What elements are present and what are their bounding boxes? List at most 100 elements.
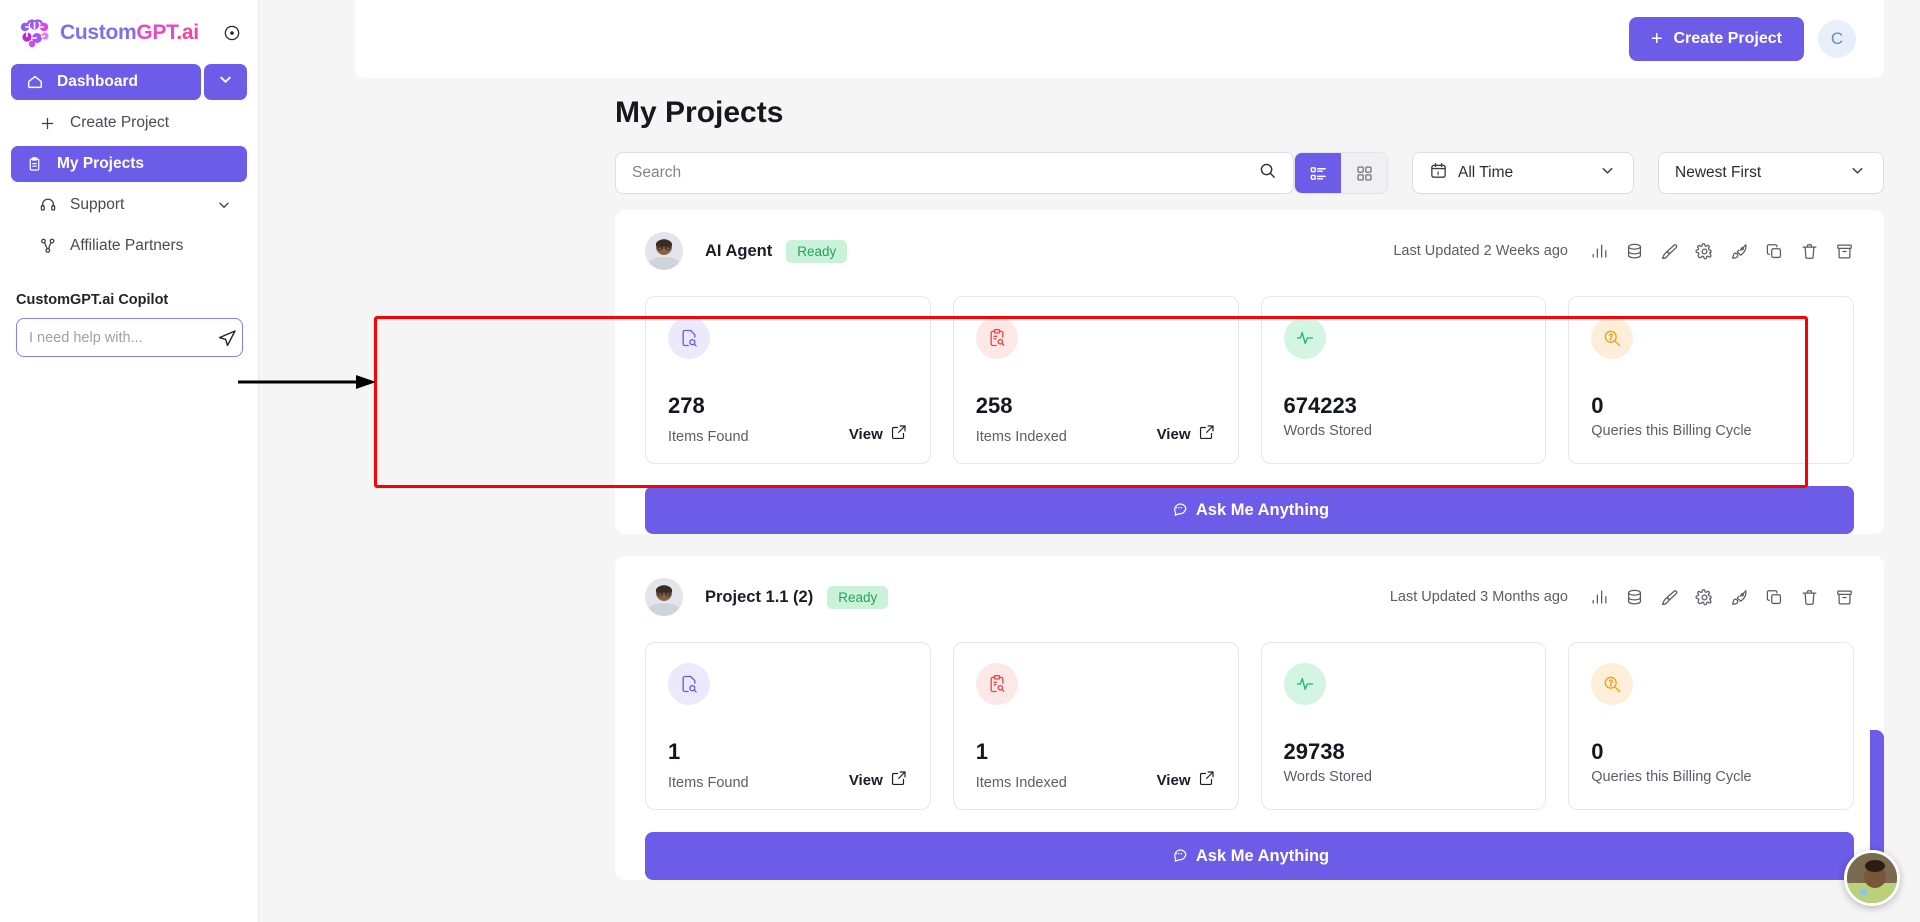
clipboard-search-icon [975,317,1018,359]
stat-view-link[interactable]: View [849,769,908,791]
sidebar-dashboard-chevron-button[interactable] [204,64,247,100]
copy-icon[interactable] [1765,242,1784,261]
stat-card: 674223 Words Stored [1260,296,1547,464]
brand-part-1: Custom [60,21,137,44]
trash-icon[interactable] [1800,588,1819,607]
ask-me-anything-label: Ask Me Anything [1195,500,1330,519]
gear-icon[interactable] [1695,588,1714,607]
list-view-icon[interactable] [1295,153,1341,193]
collapse-circle-icon[interactable] [222,23,242,43]
paintbrush-icon[interactable] [1660,242,1679,261]
avatar [645,232,683,270]
app-root: CustomGPT.ai Dashboard Create Project My… [0,0,1920,922]
analytics-bar-chart-icon[interactable] [1590,588,1609,607]
sidebar-item-my-projects-label: My Projects [57,155,145,172]
database-icon[interactable] [1625,242,1644,261]
search-icon[interactable] [1258,161,1277,185]
external-link-icon [1198,423,1216,445]
chat-bubble-icon [1170,845,1188,868]
ask-me-anything-button[interactable]: Ask Me Anything [645,486,1854,534]
stat-label: Queries this Billing Cycle [1591,769,1752,785]
sidebar-item-create-project[interactable]: Create Project [11,105,247,141]
project-name[interactable]: AI Agent [705,242,772,261]
chat-support-avatar-button[interactable] [1844,850,1900,906]
project-header: Project 1.1 (2) Ready Last Updated 3 Mon… [615,556,1884,626]
external-link-icon [890,769,908,791]
sort-order-dropdown-label: Newest First [1675,164,1762,181]
home-icon [25,73,44,92]
sidebar-item-create-project-label: Create Project [70,114,170,131]
stat-label: Items Indexed [975,775,1067,791]
sidebar-item-dashboard-label: Dashboard [57,73,138,90]
avatar [645,578,683,616]
send-paper-plane-icon[interactable] [216,327,238,349]
stat-view-label: View [848,771,883,789]
chevron-down-icon[interactable] [215,196,233,214]
sidebar: CustomGPT.ai Dashboard Create Project My… [0,0,259,922]
sidebar-item-support[interactable]: Support [11,187,247,223]
create-project-button-label: Create Project [1673,30,1783,47]
headset-icon [38,196,57,215]
project-card: AI Agent Ready Last Updated 2 Weeks ago … [615,210,1884,534]
rocket-icon[interactable] [1730,242,1749,261]
archive-icon[interactable] [1835,588,1854,607]
stat-card: 0 Queries this Billing Cycle [1568,296,1854,464]
chevron-down-icon [1598,161,1617,185]
top-bar: + Create Project C [355,0,1884,78]
sidebar-item-dashboard[interactable]: Dashboard [11,64,201,100]
stat-card: 0 Queries this Billing Cycle [1568,642,1854,810]
ask-me-anything-button[interactable]: Ask Me Anything [645,832,1854,880]
brand-row: CustomGPT.ai [0,0,258,58]
ama-bar-partial[interactable] [1870,730,1884,860]
project-name[interactable]: Project 1.1 (2) [705,588,813,607]
stat-view-link[interactable]: View [1157,769,1216,791]
avatar-initial: C [1830,29,1844,48]
stat-label: Queries this Billing Cycle [1591,423,1752,439]
avatar[interactable]: C [1818,20,1856,58]
stat-view-link[interactable]: View [1157,423,1216,445]
copilot-input-box[interactable] [16,318,243,357]
stats-row: 278 Items Found View 258 Items Indexed V… [615,280,1884,486]
project-header: AI Agent Ready Last Updated 2 Weeks ago [615,210,1884,280]
activity-pulse-icon [1283,663,1326,705]
paintbrush-icon[interactable] [1660,588,1679,607]
stat-value: 258 [975,393,1013,418]
stat-value: 0 [1591,393,1604,418]
archive-icon[interactable] [1835,242,1854,261]
trash-icon[interactable] [1800,242,1819,261]
stat-value: 1 [975,739,988,764]
main-content: + Create Project C My Projects Search Al… [259,0,1920,922]
create-project-button[interactable]: + Create Project [1628,17,1804,61]
sidebar-item-affiliate-partners[interactable]: Affiliate Partners [11,228,247,264]
stat-view-link[interactable]: View [849,423,908,445]
chevron-down-icon [1848,161,1867,185]
database-icon[interactable] [1625,588,1644,607]
toolbar-right: All Time Newest First [1294,152,1884,194]
sort-order-dropdown[interactable]: Newest First [1658,152,1884,194]
sidebar-item-my-projects[interactable]: My Projects [11,146,247,182]
grid-view-icon[interactable] [1341,153,1387,193]
brand-name: CustomGPT.ai [60,21,199,45]
stat-footer: Queries this Billing Cycle [1591,423,1831,439]
search-box[interactable] [615,152,1294,194]
time-range-dropdown[interactable]: All Time [1412,152,1634,194]
stat-view-label: View [848,425,883,443]
analytics-bar-chart-icon[interactable] [1590,242,1609,261]
brand-part-3: .ai [176,21,199,44]
search-input[interactable] [632,164,1258,182]
sidebar-dashboard-row: Dashboard [11,64,247,100]
external-link-icon [890,423,908,445]
gear-icon[interactable] [1695,242,1714,261]
copilot-label: CustomGPT.ai Copilot [16,292,169,308]
copy-icon[interactable] [1765,588,1784,607]
copilot-input[interactable] [29,329,216,346]
view-toggle [1294,152,1388,194]
toolbar: All Time Newest First [615,152,1884,194]
stat-footer: Queries this Billing Cycle [1591,769,1831,785]
stat-value: 0 [1591,739,1604,764]
plus-icon [38,114,57,133]
project-meta: Last Updated 2 Weeks ago [1393,242,1854,261]
rocket-icon[interactable] [1730,588,1749,607]
stat-footer: Items Indexed View [976,423,1216,445]
project-card: Project 1.1 (2) Ready Last Updated 3 Mon… [615,556,1884,880]
